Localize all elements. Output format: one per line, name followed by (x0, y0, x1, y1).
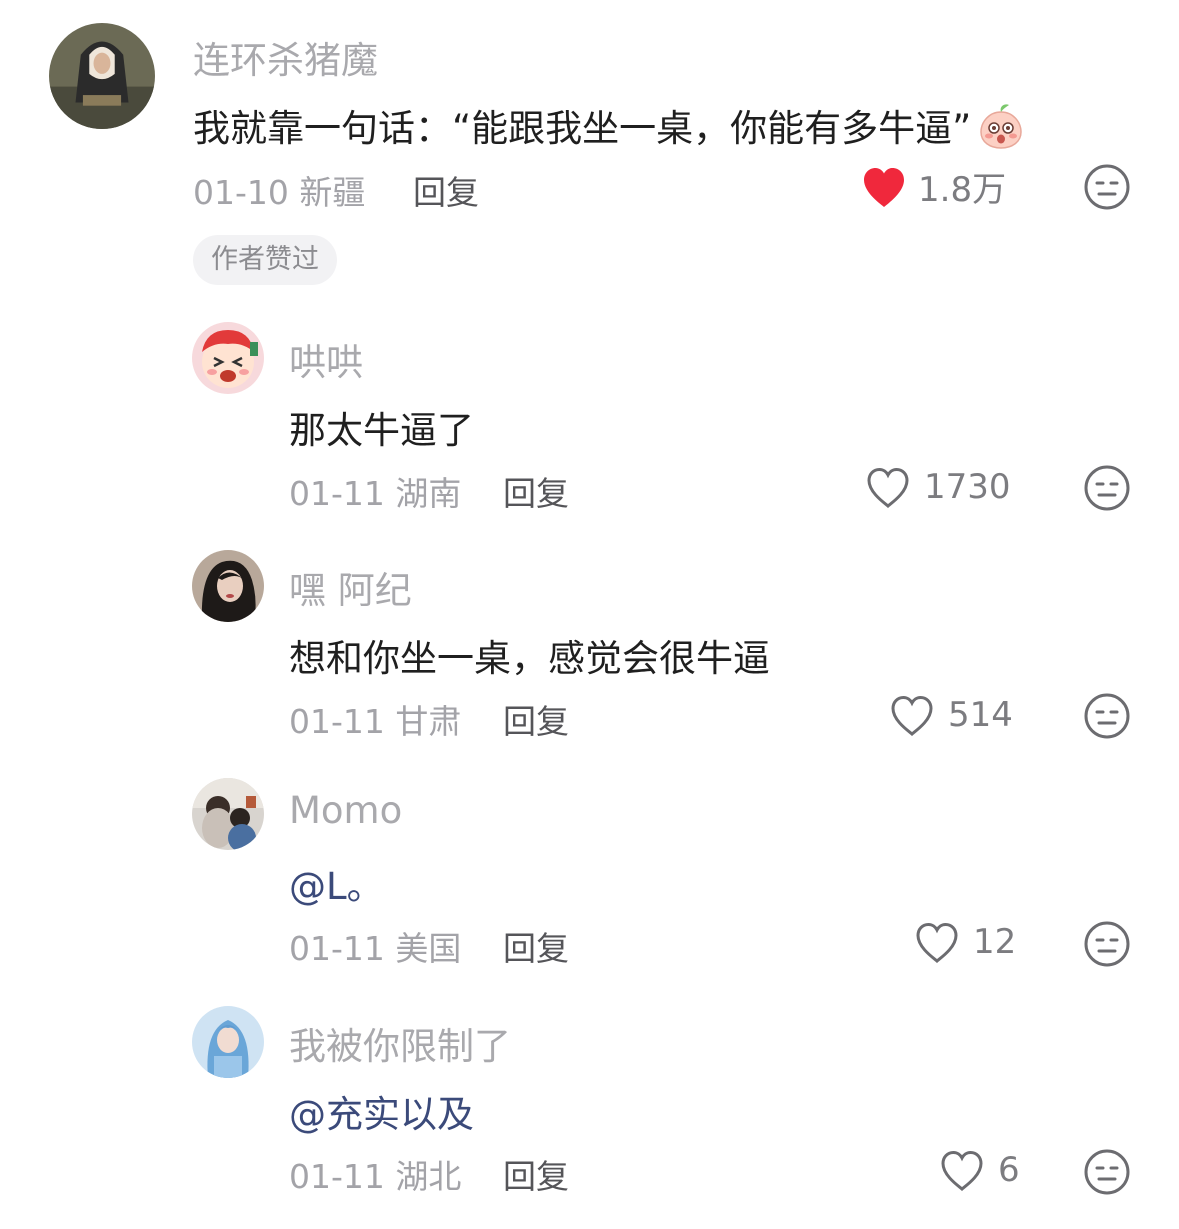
meh-face-icon (1084, 1149, 1130, 1195)
comment-location: 美国 (395, 929, 462, 968)
peach-blush-emoji (975, 100, 1027, 161)
comment-date: 01-10 (193, 173, 289, 212)
comment-meta: 01-11 美国 (289, 922, 461, 970)
mention-link[interactable]: @L。 (289, 856, 384, 910)
username[interactable]: 连环杀猪魔 (193, 30, 378, 84)
dislike-button[interactable] (1083, 692, 1131, 740)
comment-date: 01-11 (289, 1157, 385, 1196)
username[interactable]: 嘿 阿纪 (289, 560, 412, 614)
reply-button[interactable]: 回复 (503, 1150, 569, 1198)
like-button[interactable]: 6 (938, 1148, 1020, 1192)
like-button[interactable]: 12 (913, 920, 1016, 964)
meh-face-icon (1084, 465, 1130, 511)
comment-date: 01-11 (289, 702, 385, 741)
meh-face-icon (1084, 921, 1130, 967)
like-button[interactable]: 514 (888, 693, 1013, 737)
author-liked-badge: 作者赞过 (193, 235, 337, 285)
like-count: 6 (998, 1150, 1020, 1190)
comment-location: 湖北 (395, 1157, 462, 1196)
dislike-button[interactable] (1083, 1148, 1131, 1196)
like-count: 1.8万 (918, 170, 1007, 210)
avatar[interactable] (192, 1006, 264, 1078)
like-count: 12 (973, 922, 1017, 962)
like-count: 514 (948, 695, 1013, 735)
comment-text: 那太牛逼了 (289, 409, 474, 452)
avatar[interactable] (192, 778, 264, 850)
comment-text: 想和你坐一桌，感觉会很牛逼 (289, 637, 770, 680)
comment-text: 我就靠一句话：“能跟我坐一桌，你能有多牛逼” (193, 98, 1027, 161)
reply-button[interactable]: 回复 (413, 166, 479, 214)
comment-meta: 01-11 湖南 (289, 467, 461, 515)
heart-icon (916, 922, 958, 964)
mention-link[interactable]: @充实以及 (289, 1084, 474, 1138)
avatar[interactable] (192, 322, 264, 394)
comment-meta: 01-10 新疆 (193, 166, 365, 214)
heart-icon (867, 467, 909, 509)
comment-location: 甘肃 (395, 702, 462, 741)
reply-button[interactable]: 回复 (503, 695, 569, 743)
meh-face-icon (1084, 693, 1130, 739)
avatar[interactable] (192, 550, 264, 622)
avatar[interactable] (49, 23, 155, 129)
comment-location: 新疆 (299, 173, 366, 212)
username[interactable]: 哄哄 (289, 332, 363, 386)
comment-text-content: 我就靠一句话：“能跟我坐一桌，你能有多牛逼” (193, 107, 972, 150)
meh-face-icon (1084, 164, 1130, 210)
reply-button[interactable]: 回复 (503, 467, 569, 515)
dislike-button[interactable] (1083, 163, 1131, 211)
dislike-button[interactable] (1083, 920, 1131, 968)
username[interactable]: 我被你限制了 (289, 1016, 511, 1070)
username[interactable]: Momo (289, 789, 402, 832)
heart-icon (864, 167, 904, 207)
reply-button[interactable]: 回复 (503, 922, 569, 970)
heart-icon (891, 695, 933, 737)
like-count: 1730 (924, 467, 1011, 507)
comment-meta: 01-11 湖北 (289, 1150, 461, 1198)
dislike-button[interactable] (1083, 464, 1131, 512)
comment-meta: 01-11 甘肃 (289, 695, 461, 743)
comment-location: 湖南 (395, 474, 462, 513)
comment-date: 01-11 (289, 474, 385, 513)
comment-date: 01-11 (289, 929, 385, 968)
like-button[interactable]: 1730 (864, 465, 1011, 509)
like-button[interactable]: 1.8万 (860, 162, 1006, 211)
heart-icon (941, 1150, 983, 1192)
